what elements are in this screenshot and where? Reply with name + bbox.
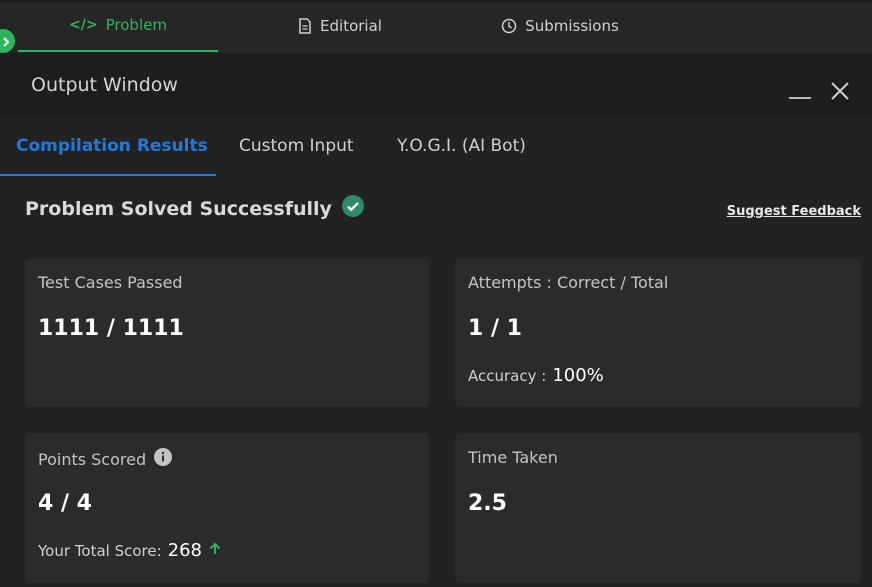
points-value: 4 / 4 — [38, 491, 92, 516]
chevron-right-icon — [2, 32, 11, 51]
active-tab-indicator — [0, 174, 216, 176]
attempts-value: 1 / 1 — [468, 316, 522, 341]
time-value: 2.5 — [468, 491, 507, 516]
tab-problem-label: Problem — [105, 16, 167, 34]
test-cases-label: Test Cases Passed — [38, 273, 183, 292]
total-score-value: 268 — [167, 540, 203, 561]
code-icon: </> — [69, 17, 98, 33]
accuracy-label: Accuracy : — [468, 366, 547, 385]
attempts-label: Attempts : Correct / Total — [468, 273, 669, 292]
result-status: Problem Solved Successfully — [25, 195, 364, 222]
close-icon[interactable] — [829, 80, 851, 102]
arrow-up-icon — [208, 542, 222, 560]
info-icon[interactable] — [154, 448, 173, 470]
output-window-title: Output Window — [31, 74, 178, 96]
test-cases-card: Test Cases Passed 1111 / 1111 — [25, 258, 430, 407]
minimize-icon[interactable] — [789, 97, 811, 99]
document-icon — [298, 17, 312, 34]
points-card: Points Scored 4 / 4 Your Total Score: 26… — [25, 433, 430, 583]
suggest-feedback-link[interactable]: Suggest Feedback — [727, 204, 861, 219]
accuracy-row: Accuracy : 100% — [468, 365, 604, 386]
clock-icon — [501, 18, 517, 34]
test-cases-value: 1111 / 1111 — [38, 316, 184, 341]
time-card: Time Taken 2.5 — [455, 433, 861, 583]
points-label: Points Scored — [38, 449, 147, 469]
tab-custom-input[interactable]: Custom Input — [239, 136, 354, 156]
tab-editorial[interactable]: Editorial — [240, 0, 440, 51]
total-score-label: Your Total Score: — [38, 541, 162, 560]
tab-submissions-label: Submissions — [525, 16, 619, 35]
tab-yogi-ai-bot[interactable]: Y.O.G.I. (AI Bot) — [397, 136, 526, 156]
tab-submissions[interactable]: Submissions — [460, 0, 660, 51]
attempts-card: Attempts : Correct / Total 1 / 1 Accurac… — [455, 258, 861, 407]
time-label: Time Taken — [468, 448, 558, 467]
total-score-row: Your Total Score: 268 — [38, 540, 222, 561]
tab-problem[interactable]: </> Problem — [18, 0, 218, 52]
result-status-text: Problem Solved Successfully — [25, 197, 332, 220]
tab-compilation-results[interactable]: Compilation Results — [16, 136, 208, 156]
points-label-row: Points Scored — [38, 448, 173, 470]
check-circle-icon — [341, 195, 364, 222]
tab-editorial-label: Editorial — [320, 16, 382, 35]
accuracy-value: 100% — [552, 365, 604, 386]
